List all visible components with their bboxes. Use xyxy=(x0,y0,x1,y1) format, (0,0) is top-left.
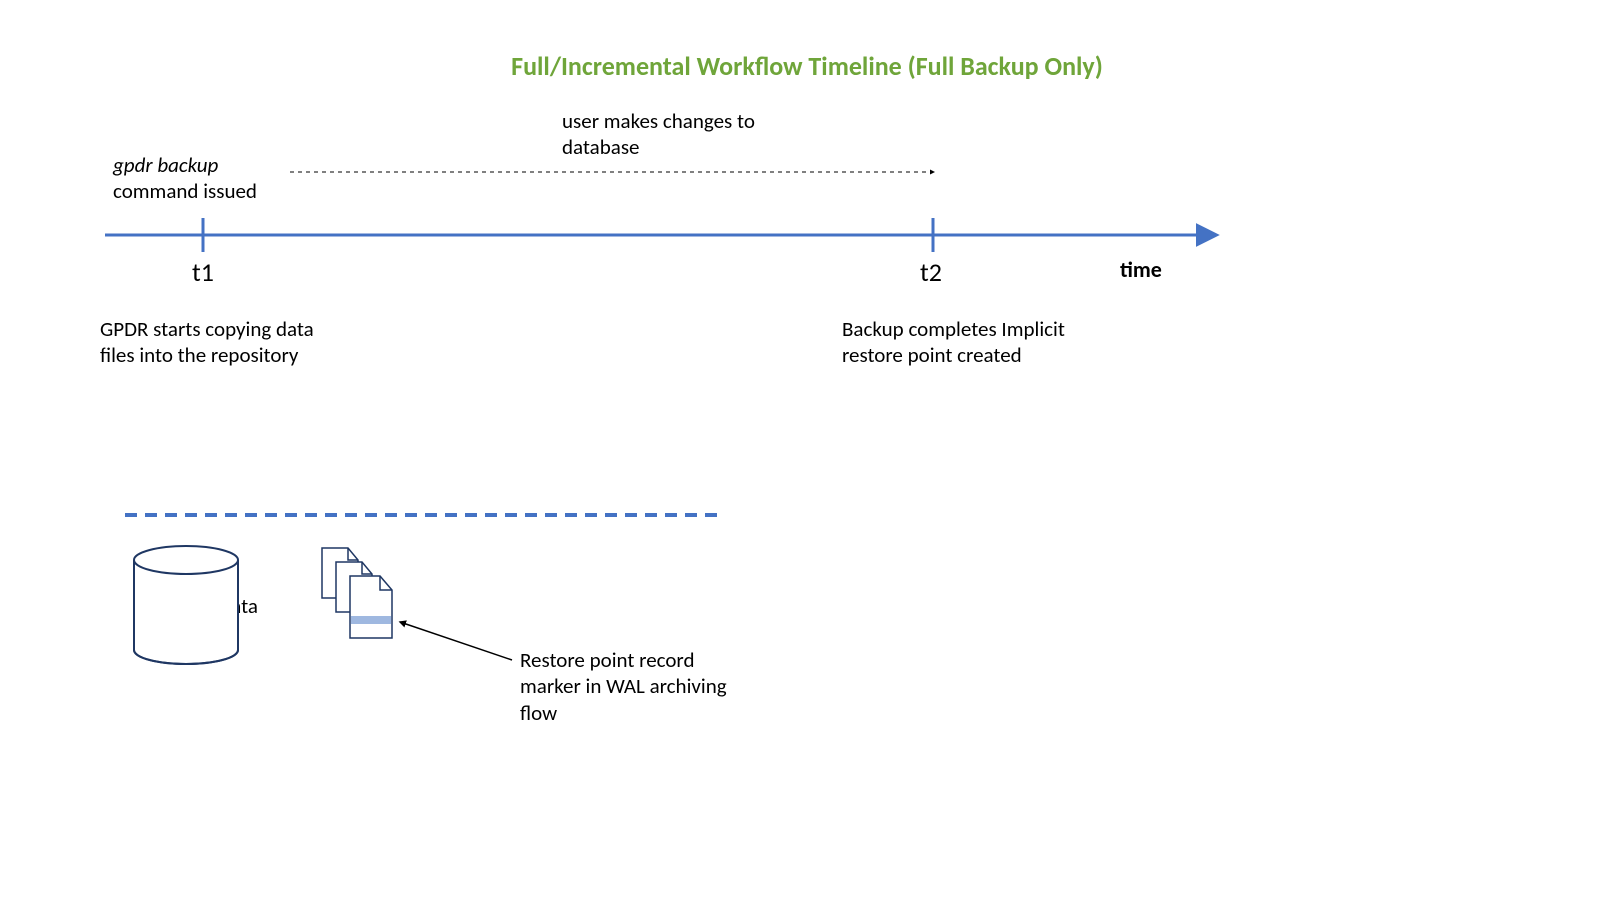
label-gpdr-backup-italic: gpdr backup xyxy=(113,152,218,178)
documents-icon xyxy=(322,548,392,638)
label-restore-point-marker: Restore point record marker in WAL archi… xyxy=(520,647,750,726)
label-t1-description: GPDR starts copying data files into the … xyxy=(100,316,330,369)
diagram-title: Full/Incremental Workflow Timeline (Full… xyxy=(0,50,1614,82)
tick-label-t2: t2 xyxy=(920,256,942,289)
label-t2-description: Backup completes Implicit restore point … xyxy=(842,316,1102,369)
tick-label-t1: t1 xyxy=(192,256,214,289)
axis-label-time: time xyxy=(1120,256,1162,284)
arrow-restore-marker xyxy=(400,622,512,660)
label-physical-data-files: Physical data files xyxy=(143,593,263,646)
label-gpdr-backup: gpdr backup command issued xyxy=(113,152,257,205)
label-command-issued: command issued xyxy=(113,178,257,204)
label-user-changes: user makes changes to database xyxy=(562,108,822,161)
